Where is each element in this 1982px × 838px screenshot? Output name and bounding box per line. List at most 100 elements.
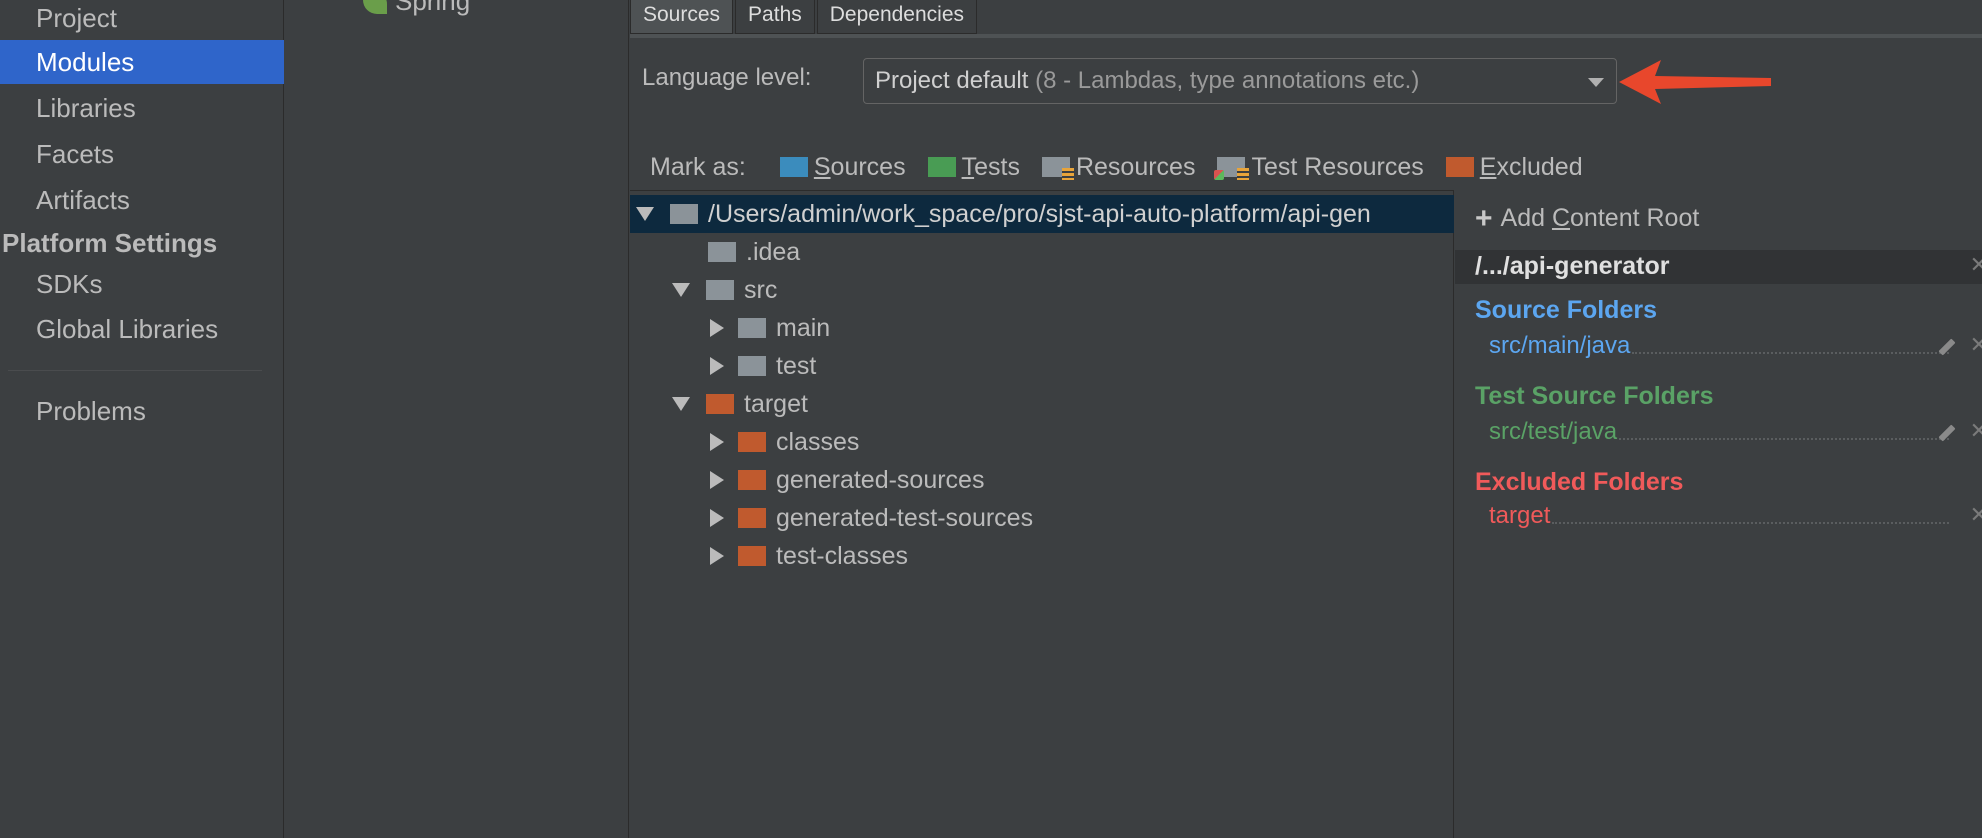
test-resources-folder-icon: [1214, 157, 1250, 180]
language-level-label: Language level:: [642, 64, 812, 91]
module-item-label: Spring: [395, 0, 471, 16]
mark-test-resources-button[interactable]: Test Resources: [1214, 152, 1424, 182]
tree-node-idea[interactable]: .idea: [708, 233, 800, 271]
tree-node-label: generated-test-sources: [776, 503, 1034, 532]
leader-dots: [1619, 438, 1949, 440]
tree-node-main[interactable]: main: [710, 309, 830, 347]
leader-dots: [1552, 522, 1949, 524]
language-level-value: Project default: [875, 67, 1029, 94]
sidebar-item-sdks[interactable]: SDKs: [0, 262, 284, 306]
content-root-header: /.../api-generator ✕: [1455, 250, 1982, 284]
folder-icon: [670, 204, 698, 224]
tab-bar: Sources Paths Dependencies: [630, 0, 979, 34]
tree-node-label: main: [776, 313, 831, 342]
collapse-arrow-icon[interactable]: [710, 471, 724, 489]
module-list-panel: Spring: [285, 0, 629, 838]
source-folder-path: src/main/java: [1489, 332, 1631, 359]
expand-arrow-icon[interactable]: [672, 283, 690, 297]
tree-node-label: .idea: [746, 237, 801, 266]
sidebar-item-project[interactable]: Project: [0, 0, 284, 40]
tree-node-target[interactable]: target: [672, 385, 808, 423]
close-icon[interactable]: ✕: [1970, 332, 1982, 358]
collapse-arrow-icon[interactable]: [710, 433, 724, 451]
sidebar-item-libraries[interactable]: Libraries: [0, 86, 284, 130]
red-arrow-annotation-icon: [1619, 60, 1771, 104]
tree-node-label: src: [744, 275, 778, 304]
tree-root-path: /Users/admin/work_space/pro/sjst-api-aut…: [708, 199, 1371, 228]
excluded-folder-icon: [738, 432, 766, 452]
source-folder-row[interactable]: src/main/java: [1489, 330, 1949, 360]
content-root-title: /.../api-generator: [1475, 252, 1670, 280]
test-folder-row[interactable]: src/test/java: [1489, 416, 1949, 446]
mark-test-resources-label: Test Resources: [1251, 152, 1424, 181]
close-icon[interactable]: ✕: [1970, 252, 1982, 278]
expand-arrow-icon[interactable]: [672, 397, 690, 411]
mark-excluded-label: Excluded: [1479, 152, 1583, 181]
mark-sources-label: Sources: [813, 152, 906, 181]
tree-node-generated-test-sources[interactable]: generated-test-sources: [710, 499, 1033, 537]
excluded-folder-row[interactable]: target: [1489, 500, 1949, 530]
language-level-dropdown[interactable]: Project default (8 - Lambdas, type annot…: [863, 58, 1617, 104]
language-level-row: Language level: Project default (8 - Lam…: [642, 58, 1617, 104]
excluded-folder-icon: [738, 546, 766, 566]
mark-resources-label: Resources: [1075, 152, 1196, 181]
collapse-arrow-icon[interactable]: [710, 547, 724, 565]
tree-node-test[interactable]: test: [710, 347, 816, 385]
sidebar-item-problems[interactable]: Problems: [0, 389, 284, 433]
mark-resources-button[interactable]: Resources: [1041, 152, 1196, 182]
sources-folder-icon: [779, 157, 808, 177]
module-item-spring[interactable]: Spring: [363, 0, 470, 17]
add-content-root-button[interactable]: + Add Content Root: [1475, 201, 1700, 235]
spring-leaf-icon: [363, 0, 387, 14]
settings-sidebar: Project Modules Libraries Facets Artifac…: [0, 0, 284, 838]
resources-folder-icon: [1041, 157, 1074, 180]
source-folders-title: Source Folders: [1475, 296, 1657, 324]
sidebar-item-global-libraries[interactable]: Global Libraries: [0, 307, 284, 351]
tab-underline: [630, 34, 1982, 38]
mark-as-toolbar: Mark as: Sources Tests Resources Test Re…: [650, 150, 1605, 184]
tab-sources[interactable]: Sources: [630, 0, 734, 34]
close-icon[interactable]: ✕: [1970, 502, 1982, 528]
tree-node-test-classes[interactable]: test-classes: [710, 537, 908, 575]
chevron-down-icon: [1588, 78, 1604, 87]
mark-sources-button[interactable]: Sources: [779, 152, 906, 182]
folder-icon: [738, 356, 766, 376]
expand-arrow-icon[interactable]: [636, 207, 654, 221]
collapse-arrow-icon[interactable]: [710, 509, 724, 527]
mark-excluded-button[interactable]: Excluded: [1445, 152, 1583, 182]
excluded-folder-path: target: [1489, 502, 1551, 529]
tree-node-label: target: [744, 389, 808, 418]
tab-dependencies[interactable]: Dependencies: [816, 0, 978, 34]
tree-node-classes[interactable]: classes: [710, 423, 859, 461]
tree-node-label: generated-sources: [776, 465, 985, 494]
content-root-tree[interactable]: /Users/admin/work_space/pro/sjst-api-aut…: [630, 190, 1454, 838]
tree-node-src[interactable]: src: [672, 271, 777, 309]
add-content-root-label: Add Content Root: [1500, 204, 1700, 232]
test-source-folders-title: Test Source Folders: [1475, 382, 1714, 410]
tree-node-label: test: [776, 351, 817, 380]
test-folder-path: src/test/java: [1489, 418, 1618, 445]
close-icon[interactable]: ✕: [1970, 418, 1982, 444]
collapse-arrow-icon[interactable]: [710, 319, 724, 337]
folder-icon: [738, 318, 766, 338]
excluded-folder-icon: [706, 394, 734, 414]
tree-root-row[interactable]: /Users/admin/work_space/pro/sjst-api-aut…: [630, 195, 1454, 233]
collapse-arrow-icon[interactable]: [710, 357, 724, 375]
platform-settings-header: Platform Settings: [2, 228, 218, 258]
mark-tests-button[interactable]: Tests: [927, 153, 1020, 182]
content-root-panel: + Add Content Root /.../api-generator ✕ …: [1455, 190, 1982, 838]
sidebar-item-facets[interactable]: Facets: [0, 132, 284, 176]
excluded-folder-icon: [1445, 157, 1474, 177]
tree-node-generated-sources[interactable]: generated-sources: [710, 461, 984, 499]
language-level-hint: (8 - Lambdas, type annotations etc.): [1035, 67, 1420, 94]
plus-icon: +: [1475, 201, 1493, 235]
sidebar-item-artifacts[interactable]: Artifacts: [0, 178, 284, 222]
folder-icon: [706, 280, 734, 300]
module-settings-main: Sources Paths Dependencies Language leve…: [630, 0, 1982, 838]
tree-node-label: classes: [776, 427, 860, 456]
excluded-folder-icon: [738, 508, 766, 528]
sidebar-item-modules[interactable]: Modules: [0, 40, 284, 84]
tests-folder-icon: [927, 157, 956, 177]
excluded-folders-title: Excluded Folders: [1475, 468, 1684, 496]
tab-paths[interactable]: Paths: [735, 0, 815, 34]
